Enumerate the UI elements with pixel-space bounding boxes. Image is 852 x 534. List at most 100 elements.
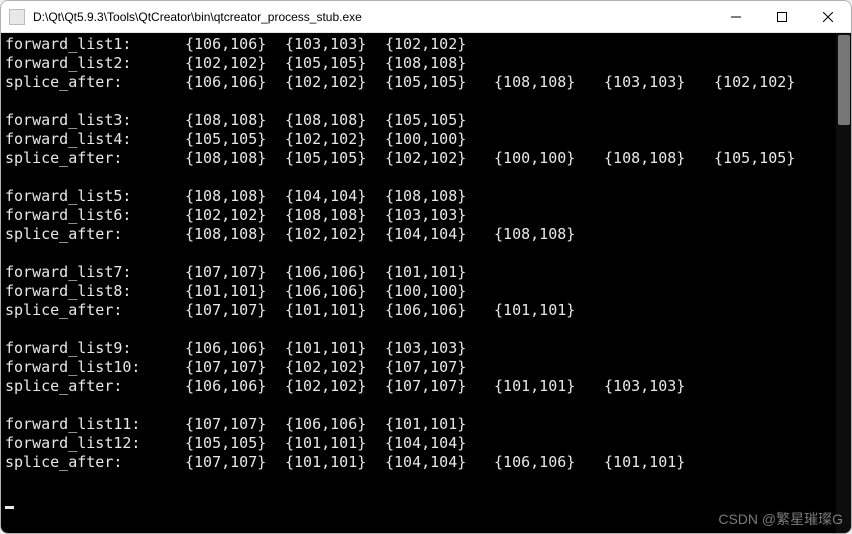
output-line: forward_list4:{105,105}{102,102}{100,100… (5, 130, 849, 149)
maximize-icon (777, 12, 787, 22)
value-pair: {105,105} (385, 111, 485, 130)
line-label: splice_after: (5, 73, 185, 92)
watermark-text: CSDN @繁星璀璨G (718, 510, 843, 529)
output-line: forward_list12:{105,105}{101,101}{104,10… (5, 434, 849, 453)
value-pair: {106,106} (285, 263, 385, 282)
value-pair: {108,108} (285, 206, 385, 225)
window-controls (713, 1, 851, 32)
value-pair: {107,107} (185, 263, 285, 282)
line-label: forward_list4: (5, 130, 185, 149)
output-line: splice_after:{108,108}{105,105}{102,102}… (5, 149, 849, 168)
line-label: forward_list12: (5, 434, 185, 453)
value-pair: {102,102} (285, 73, 385, 92)
value-pair: {108,108} (185, 187, 285, 206)
output-line: forward_list1:{106,106}{103,103}{102,102… (5, 35, 849, 54)
value-pair: {101,101} (385, 415, 485, 434)
line-label: splice_after: (5, 149, 185, 168)
value-pair: {103,103} (385, 339, 485, 358)
line-label: splice_after: (5, 225, 185, 244)
app-icon (9, 9, 25, 25)
value-pair: {104,104} (385, 225, 485, 244)
output-line: forward_list2:{102,102}{105,105}{108,108… (5, 54, 849, 73)
value-pair: {107,107} (185, 358, 285, 377)
value-pair: {106,106} (185, 377, 285, 396)
output-line: splice_after:{106,106}{102,102}{105,105}… (5, 73, 849, 92)
value-pair: {102,102} (385, 149, 485, 168)
value-pair: {101,101} (285, 453, 385, 472)
line-label: splice_after: (5, 453, 185, 472)
line-label: forward_list8: (5, 282, 185, 301)
line-label: splice_after: (5, 377, 185, 396)
titlebar[interactable]: D:\Qt\Qt5.9.3\Tools\QtCreator\bin\qtcrea… (1, 1, 851, 33)
value-pair: {102,102} (285, 358, 385, 377)
value-pair: {106,106} (285, 415, 385, 434)
value-pair: {106,106} (185, 339, 285, 358)
line-label: forward_list9: (5, 339, 185, 358)
value-pair: {101,101} (285, 301, 385, 320)
value-pair: {103,103} (285, 35, 385, 54)
output-line: forward_list3:{108,108}{108,108}{105,105… (5, 111, 849, 130)
value-pair: {100,100} (485, 149, 595, 168)
close-icon (823, 12, 833, 22)
close-button[interactable] (805, 1, 851, 32)
value-pair: {106,106} (385, 301, 485, 320)
value-pair: {102,102} (185, 54, 285, 73)
value-pair: {108,108} (185, 111, 285, 130)
value-pair: {101,101} (595, 453, 705, 472)
value-pair: {106,106} (185, 35, 285, 54)
output-line: splice_after:{106,106}{102,102}{107,107}… (5, 377, 849, 396)
output-line: forward_list8:{101,101}{106,106}{100,100… (5, 282, 849, 301)
value-pair: {107,107} (185, 301, 285, 320)
value-pair: {102,102} (285, 130, 385, 149)
line-label: forward_list5: (5, 187, 185, 206)
cursor (5, 506, 14, 509)
value-pair: {107,107} (385, 377, 485, 396)
minimize-icon (731, 12, 741, 22)
value-pair: {102,102} (385, 35, 485, 54)
line-label: forward_list1: (5, 35, 185, 54)
minimize-button[interactable] (713, 1, 759, 32)
value-pair: {105,105} (705, 149, 815, 168)
scrollbar-track[interactable] (836, 33, 851, 533)
value-pair: {108,108} (595, 149, 705, 168)
value-pair: {103,103} (595, 377, 705, 396)
output-line: forward_list5:{108,108}{104,104}{108,108… (5, 187, 849, 206)
value-pair: {108,108} (185, 149, 285, 168)
value-pair: {108,108} (485, 73, 595, 92)
output-block: forward_list7:{107,107}{106,106}{101,101… (5, 263, 849, 320)
scrollbar-thumb[interactable] (838, 35, 850, 125)
value-pair: {102,102} (285, 225, 385, 244)
value-pair: {105,105} (185, 130, 285, 149)
value-pair: {107,107} (185, 453, 285, 472)
output-block: forward_list1:{106,106}{103,103}{102,102… (5, 35, 849, 92)
maximize-button[interactable] (759, 1, 805, 32)
value-pair: {101,101} (285, 339, 385, 358)
output-block: forward_list11:{107,107}{106,106}{101,10… (5, 415, 849, 472)
value-pair: {108,108} (485, 225, 595, 244)
console-output: forward_list1:{106,106}{103,103}{102,102… (3, 35, 849, 510)
line-label: forward_list6: (5, 206, 185, 225)
value-pair: {106,106} (185, 73, 285, 92)
output-line: splice_after:{107,107}{101,101}{106,106}… (5, 301, 849, 320)
value-pair: {107,107} (185, 415, 285, 434)
output-line: forward_list6:{102,102}{108,108}{103,103… (5, 206, 849, 225)
value-pair: {101,101} (385, 263, 485, 282)
window-title: D:\Qt\Qt5.9.3\Tools\QtCreator\bin\qtcrea… (33, 10, 713, 24)
value-pair: {108,108} (385, 54, 485, 73)
value-pair: {101,101} (485, 301, 595, 320)
output-block: forward_list3:{108,108}{108,108}{105,105… (5, 111, 849, 168)
value-pair: {105,105} (285, 54, 385, 73)
output-block: forward_list9:{106,106}{101,101}{103,103… (5, 339, 849, 396)
value-pair: {101,101} (185, 282, 285, 301)
console-area[interactable]: forward_list1:{106,106}{103,103}{102,102… (1, 33, 851, 533)
value-pair: {101,101} (485, 377, 595, 396)
output-block: forward_list5:{108,108}{104,104}{108,108… (5, 187, 849, 244)
value-pair: {100,100} (385, 130, 485, 149)
value-pair: {102,102} (285, 377, 385, 396)
line-label: forward_list3: (5, 111, 185, 130)
line-label: splice_after: (5, 301, 185, 320)
value-pair: {108,108} (185, 225, 285, 244)
app-window: D:\Qt\Qt5.9.3\Tools\QtCreator\bin\qtcrea… (0, 0, 852, 534)
value-pair: {101,101} (285, 434, 385, 453)
value-pair: {105,105} (285, 149, 385, 168)
